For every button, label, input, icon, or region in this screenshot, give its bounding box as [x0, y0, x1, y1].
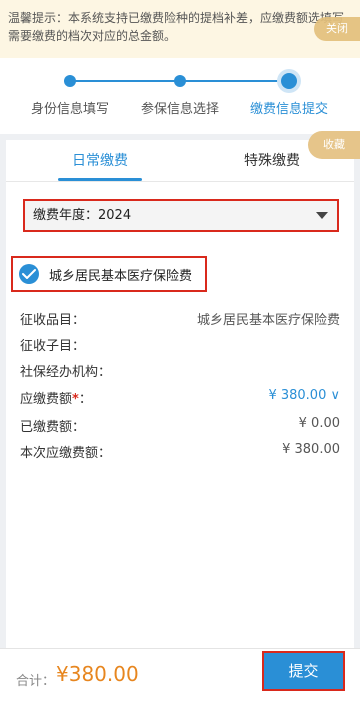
step-progress: 身份信息填写 参保信息选择 缴费信息提交: [0, 58, 360, 134]
step-label-payment: 缴费信息提交: [249, 102, 328, 117]
detail-key: 已缴费额：: [20, 420, 86, 435]
close-button[interactable]: 关闭: [314, 17, 360, 41]
detail-value: ¥ 380.00: [282, 442, 340, 457]
amount-due-select[interactable]: ¥ 380.00 ∨: [268, 388, 340, 403]
total-label: 合计：: [16, 674, 56, 689]
favorite-button[interactable]: 收藏: [308, 131, 360, 159]
total-amount: ¥380.00: [56, 662, 139, 686]
detail-key: 征收子目：: [20, 339, 86, 354]
tab-bar: 日常缴费 特殊缴费: [6, 140, 354, 182]
amount-due-colon: ：: [78, 392, 92, 407]
detail-row-subcategory: 征收子目：: [20, 335, 340, 355]
detail-row-agency: 社保经办机构：: [20, 361, 340, 381]
detail-row-amount-due: 应缴费额*： ¥ 380.00 ∨: [20, 388, 340, 408]
step-dot-payment: [281, 73, 297, 89]
tab-daily-payment[interactable]: 日常缴费: [40, 150, 160, 170]
insurance-item-label: 城乡居民基本医疗保险费: [49, 269, 193, 284]
detail-key: 征收品目：: [20, 313, 86, 328]
detail-key-with-required: 应缴费额*：: [20, 388, 92, 407]
step-label-identity: 身份信息填写: [30, 102, 109, 117]
detail-key: 本次应缴费额：: [20, 446, 112, 461]
amount-due-key: 应缴费额: [20, 392, 73, 407]
detail-value: ¥ 0.00: [298, 416, 340, 431]
detail-value: 城乡居民基本医疗保险费: [196, 313, 340, 328]
step-label-insurance: 参保信息选择: [140, 102, 219, 117]
submit-button[interactable]: 提交: [262, 651, 345, 691]
notice-text: 温馨提示：本系统支持已缴费险种的提档补差，应缴费额选填写需要缴费的档次对应的总金…: [8, 11, 345, 43]
payment-year-select[interactable]: 缴费年度：2024: [23, 199, 339, 232]
notice-banner: 温馨提示：本系统支持已缴费险种的提档补差，应缴费额选填写需要缴费的档次对应的总金…: [0, 0, 360, 58]
step-dot-insurance: [174, 75, 186, 87]
detail-key: 社保经办机构：: [20, 365, 112, 380]
detail-row-category: 征收品目： 城乡居民基本医疗保险费: [20, 309, 340, 329]
detail-row-current-due: 本次应缴费额： ¥ 380.00: [20, 442, 340, 462]
detail-row-paid: 已缴费额： ¥ 0.00: [20, 416, 340, 436]
chevron-down-icon: [316, 212, 328, 219]
checkbox-checked-icon[interactable]: [19, 264, 39, 284]
step-dot-identity: [64, 75, 76, 87]
payment-form: [6, 182, 354, 648]
required-mark: *: [72, 392, 79, 407]
insurance-item[interactable]: 城乡居民基本医疗保险费: [11, 256, 207, 292]
tab-active-indicator: [58, 178, 142, 181]
payment-year-value: 缴费年度：2024: [33, 208, 132, 223]
